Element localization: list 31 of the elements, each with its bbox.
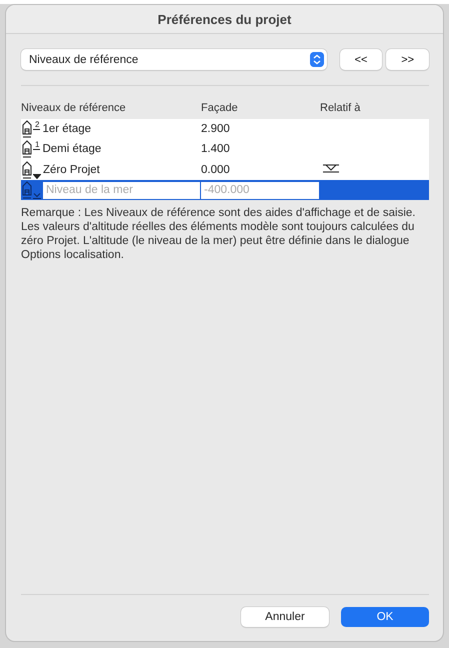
level-row[interactable]: Zéro Projet 0.000 [21,160,429,180]
column-header: Niveaux de référence [21,102,127,114]
level-name: Zéro Projet [43,164,100,176]
elevation-value: 0.000 [201,164,230,176]
category-dropdown[interactable]: Niveaux de référence [21,49,327,70]
sea-marker-icon [33,193,41,200]
level-name: Demi étage [42,143,102,156]
window-title: Préférences du projet [6,5,443,34]
level-row[interactable]: Niveau de la mer -400.000 [21,180,429,200]
column-header: Façade [201,102,239,114]
level-number: 1 [33,141,40,150]
cancel-button[interactable]: Annuler [241,607,329,627]
elevation-value: 2.900 [201,123,230,136]
updown-arrows-icon [310,52,324,67]
level-number: 2 [33,121,40,130]
level-name: 1er étage [42,123,92,136]
elevation-value: 1.400 [201,143,230,156]
nav-button[interactable]: << [340,49,382,70]
zero-marker-icon [33,174,41,179]
level-row[interactable]: 1 Demi étage 1.400 [21,139,429,160]
building-icon [22,139,33,160]
nav-button[interactable]: >> [386,49,429,70]
building-icon [22,119,33,140]
ok-button[interactable]: OK [341,607,429,627]
elevation-field[interactable]: -400.000 [201,182,319,199]
building-icon [22,160,33,180]
note-text: Remarque : Les Niveaux de référence sont des aides d'affichage et de saisie. Les valeurs d'altitude réelles des éléments modèle sont toujours calculées du zéro Projet. L'altitude (le niveau de la mer) peut être définie dans le dialogue Options localisation. [21,206,416,262]
column-header: Relatif à [320,102,362,114]
building-icon [22,180,33,200]
level-name-field[interactable]: Niveau de la mer [43,182,200,199]
level-row[interactable]: 2 1er étage 2.900 [21,119,429,140]
